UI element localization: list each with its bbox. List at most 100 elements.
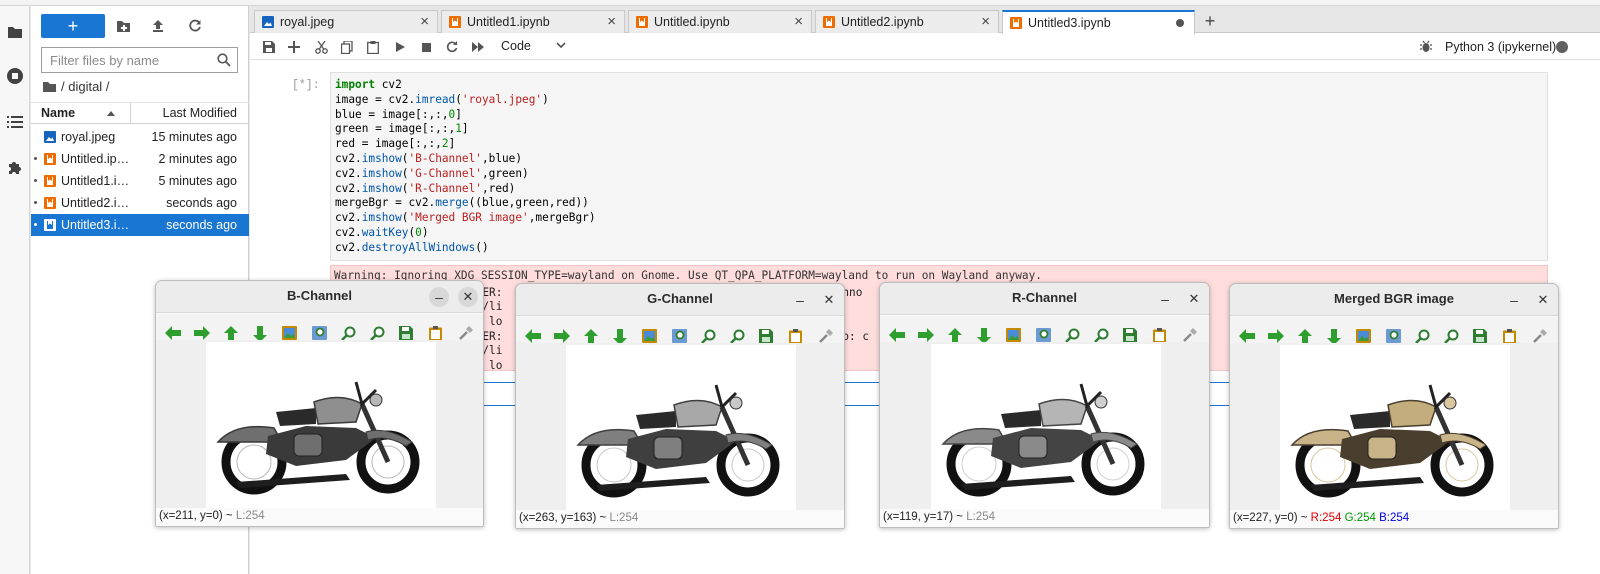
- notebook-icon: [1010, 17, 1022, 29]
- file-row[interactable]: Untitled1.i… 5 minutes ago: [31, 170, 249, 192]
- breadcrumb-path[interactable]: / digital /: [61, 79, 109, 94]
- tab-untitled2[interactable]: Untitled2.ipynb ×: [815, 10, 999, 33]
- file-row[interactable]: Untitled.ip… 2 minutes ago: [31, 148, 249, 170]
- pixel-red: R:254: [1310, 512, 1342, 524]
- notebook-icon: [44, 197, 56, 209]
- filter-files-field[interactable]: [41, 47, 238, 73]
- open-indicator-icon: [34, 223, 37, 226]
- stop-icon[interactable]: [418, 39, 434, 55]
- tab-untitled[interactable]: Untitled.ipynb ×: [628, 10, 812, 33]
- close-icon[interactable]: ×: [981, 13, 990, 30]
- motorcycle-image: [206, 342, 436, 508]
- close-icon[interactable]: ✕: [1533, 290, 1553, 310]
- breadcrumb: / digital /: [43, 78, 109, 94]
- pixel-level: L:254: [235, 510, 265, 522]
- notebook-icon: [44, 219, 56, 231]
- close-icon[interactable]: ×: [607, 13, 616, 30]
- name-column-header[interactable]: Name: [41, 106, 75, 120]
- run-icon[interactable]: [392, 39, 408, 55]
- fast-forward-icon[interactable]: [470, 39, 486, 55]
- tab-untitled3[interactable]: Untitled3.ipynb: [1002, 10, 1195, 34]
- tab-label: Untitled1.ipynb: [467, 15, 550, 29]
- cell-prompt: [*]:: [292, 79, 320, 92]
- cv-toolbar: [516, 317, 844, 345]
- image-view[interactable]: [880, 342, 1209, 511]
- refresh-icon[interactable]: [185, 16, 205, 36]
- file-name: royal.jpeg: [61, 130, 116, 144]
- new-launcher-button[interactable]: +: [41, 14, 105, 38]
- image-icon: [44, 131, 56, 143]
- folder-icon[interactable]: [43, 81, 56, 92]
- toc-icon[interactable]: [3, 110, 27, 134]
- notebook-toolbar: Code Python 3 (ipykernel): [250, 34, 1600, 60]
- file-row[interactable]: royal.jpeg 15 minutes ago: [31, 126, 249, 148]
- paste-icon[interactable]: [365, 39, 381, 55]
- new-launcher-label: +: [67, 15, 79, 36]
- cell-type-label: Code: [501, 39, 531, 53]
- status-bar: (x=119, y=17) ~ L:254: [880, 509, 1209, 527]
- add-tab-button[interactable]: +: [1200, 11, 1220, 31]
- cv-window-merged-bgr[interactable]: Merged BGR image – ✕ (x=227, y=0) ~ R:254 G…: [1229, 283, 1559, 529]
- close-icon[interactable]: ×: [794, 13, 803, 30]
- status-bar: (x=211, y=0) ~ L:254: [156, 508, 483, 526]
- code-cell-editor[interactable]: import cv2 image = cv2.imread('royal.jpe…: [330, 72, 1548, 261]
- open-indicator-icon: [34, 179, 37, 182]
- image-view[interactable]: [516, 343, 844, 512]
- close-icon[interactable]: ✕: [1184, 289, 1204, 309]
- file-name: Untitled1.i…: [61, 174, 130, 188]
- close-icon[interactable]: ✕: [458, 287, 478, 307]
- motorcycle-image: [931, 344, 1161, 509]
- minimize-icon[interactable]: –: [429, 287, 449, 307]
- save-icon[interactable]: [261, 39, 277, 55]
- minimize-icon[interactable]: –: [790, 290, 810, 310]
- pixel-level: L:254: [966, 511, 995, 523]
- notebook-icon: [44, 153, 56, 165]
- kernel-status-icon: [1556, 41, 1568, 53]
- upload-icon[interactable]: [148, 16, 168, 36]
- image-icon: [262, 16, 274, 28]
- close-icon[interactable]: ✕: [819, 290, 839, 310]
- file-modified: 2 minutes ago: [158, 152, 237, 166]
- tab-label: Untitled2.ipynb: [841, 15, 924, 29]
- close-icon[interactable]: ×: [420, 13, 429, 30]
- file-name: Untitled2.i…: [61, 196, 130, 210]
- open-indicator-icon: [34, 157, 37, 160]
- cut-icon[interactable]: [313, 39, 329, 55]
- extension-icon[interactable]: [3, 156, 27, 180]
- kernel-name[interactable]: Python 3 (ipykernel): [1445, 40, 1556, 54]
- unsaved-dot-icon[interactable]: [1176, 19, 1184, 27]
- add-cell-icon[interactable]: [286, 39, 302, 55]
- modified-column-header[interactable]: Last Modified: [163, 106, 237, 120]
- copy-icon[interactable]: [339, 39, 355, 55]
- minimize-icon[interactable]: –: [1504, 290, 1524, 310]
- file-row[interactable]: Untitled2.i… seconds ago: [31, 192, 249, 214]
- filter-files-input[interactable]: [42, 48, 207, 72]
- folder-icon[interactable]: [3, 20, 27, 44]
- file-modified: 5 minutes ago: [158, 174, 237, 188]
- pixel-coords: (x=227, y=0) ~: [1233, 512, 1311, 524]
- new-folder-icon[interactable]: [113, 16, 133, 36]
- file-modified: seconds ago: [166, 218, 237, 232]
- pixel-green: G:254: [1344, 512, 1376, 524]
- activity-bar: [0, 6, 30, 574]
- file-name: Untitled.ip…: [61, 152, 130, 166]
- pixel-coords: (x=263, y=163) ~: [519, 512, 610, 524]
- cv-window-r-channel[interactable]: R-Channel – ✕ (x=119, y=17) ~ L:254: [879, 282, 1210, 528]
- cv-window-g-channel[interactable]: G-Channel – ✕ (x=263, y=163) ~ L:254: [515, 283, 845, 529]
- cv-toolbar: [1230, 317, 1558, 345]
- image-view[interactable]: [1230, 343, 1558, 512]
- pixel-coords: (x=211, y=0) ~: [159, 510, 236, 522]
- image-view[interactable]: [156, 340, 483, 510]
- debugger-icon[interactable]: [1420, 40, 1432, 53]
- tab-untitled1[interactable]: Untitled1.ipynb ×: [441, 10, 625, 33]
- notebook-icon: [449, 16, 461, 28]
- cv-window-b-channel[interactable]: B-Channel – ✕ (x=211, y=0) ~ L:254: [155, 280, 484, 527]
- status-bar: (x=263, y=163) ~ L:254: [516, 510, 844, 528]
- file-row[interactable]: Untitled3.i… seconds ago: [31, 214, 249, 236]
- running-icon[interactable]: [3, 64, 27, 88]
- tab-royal-jpeg[interactable]: royal.jpeg ×: [254, 10, 438, 33]
- restart-icon[interactable]: [444, 39, 460, 55]
- pixel-level: L:254: [609, 512, 639, 524]
- cell-type-select[interactable]: Code: [499, 38, 569, 56]
- minimize-icon[interactable]: –: [1155, 289, 1175, 309]
